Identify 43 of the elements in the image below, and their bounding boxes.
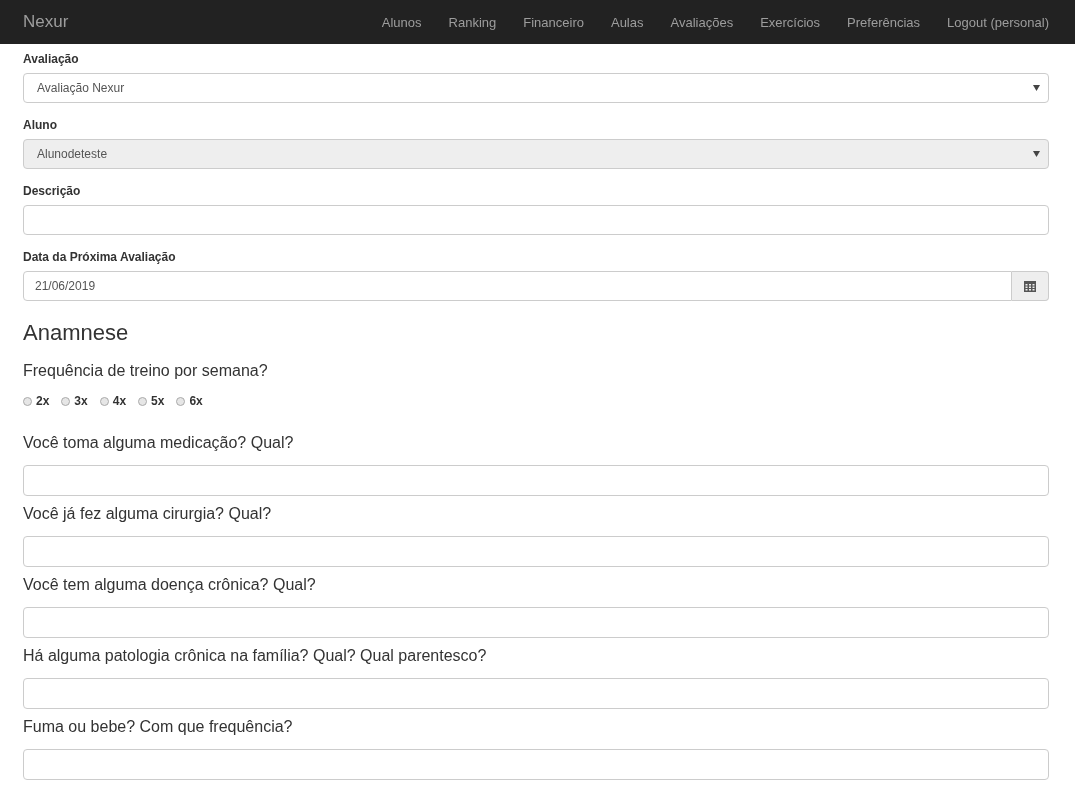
radio-label: 5x xyxy=(151,394,165,408)
answer-field[interactable] xyxy=(23,607,1049,638)
radio-button[interactable] xyxy=(23,396,32,406)
answer-field[interactable] xyxy=(23,749,1049,780)
date-field[interactable]: 21/06/2019 xyxy=(23,271,1012,301)
text-field[interactable] xyxy=(23,205,1049,235)
select-field: Alunodeteste xyxy=(23,139,1049,169)
brand-logo[interactable]: Nexur xyxy=(23,12,369,32)
radio-label: 6x xyxy=(189,394,203,408)
section-heading: Anamnese xyxy=(23,320,130,346)
nav-link[interactable]: Avaliações xyxy=(657,14,747,30)
select-field[interactable]: Avaliação Nexur xyxy=(23,73,1049,103)
caret-icon xyxy=(1033,151,1040,157)
radio-label: 2x xyxy=(36,394,50,408)
answer-field[interactable] xyxy=(23,678,1049,709)
radio-label: 3x xyxy=(74,394,88,408)
field-label: Avaliação xyxy=(23,51,80,67)
calendar-button[interactable] xyxy=(1012,271,1049,301)
nav-link[interactable]: Financeiro xyxy=(509,14,598,30)
radio-button[interactable] xyxy=(138,396,148,406)
question-text: Você toma alguma medicação? Qual? xyxy=(23,433,295,453)
nav-link[interactable]: Aulas xyxy=(597,14,657,30)
answer-field[interactable] xyxy=(23,536,1049,567)
question-text: Há alguma patologia crônica na família? Qual? Qual parentesco? xyxy=(23,646,488,666)
nav-link[interactable]: Exercícios xyxy=(746,14,834,30)
caret-icon xyxy=(1033,85,1040,91)
field-label: Descrição xyxy=(23,183,82,199)
question-text: Frequência de treino por semana? xyxy=(23,361,269,381)
radio-button[interactable] xyxy=(61,396,71,406)
radio-button[interactable] xyxy=(176,396,186,406)
question-text: Fuma ou bebe? Com que frequência? xyxy=(23,717,294,737)
field-label: Data da Próxima Avaliação xyxy=(23,249,177,265)
nav-link[interactable]: Logout (personal) xyxy=(933,14,1049,30)
nav-link[interactable]: Alunos xyxy=(368,14,436,30)
answer-field[interactable] xyxy=(23,465,1049,496)
radio-button[interactable] xyxy=(99,396,109,406)
field-label: Aluno xyxy=(23,117,58,133)
question-text: Você já fez alguma cirurgia? Qual? xyxy=(23,504,273,524)
radio-label: 4x xyxy=(112,394,127,408)
question-text: Você tem alguma doença crônica? Qual? xyxy=(23,575,317,595)
nav-link[interactable]: Preferências xyxy=(833,14,934,30)
calendar-icon xyxy=(1024,280,1036,292)
nav-link[interactable]: Ranking xyxy=(435,14,510,30)
